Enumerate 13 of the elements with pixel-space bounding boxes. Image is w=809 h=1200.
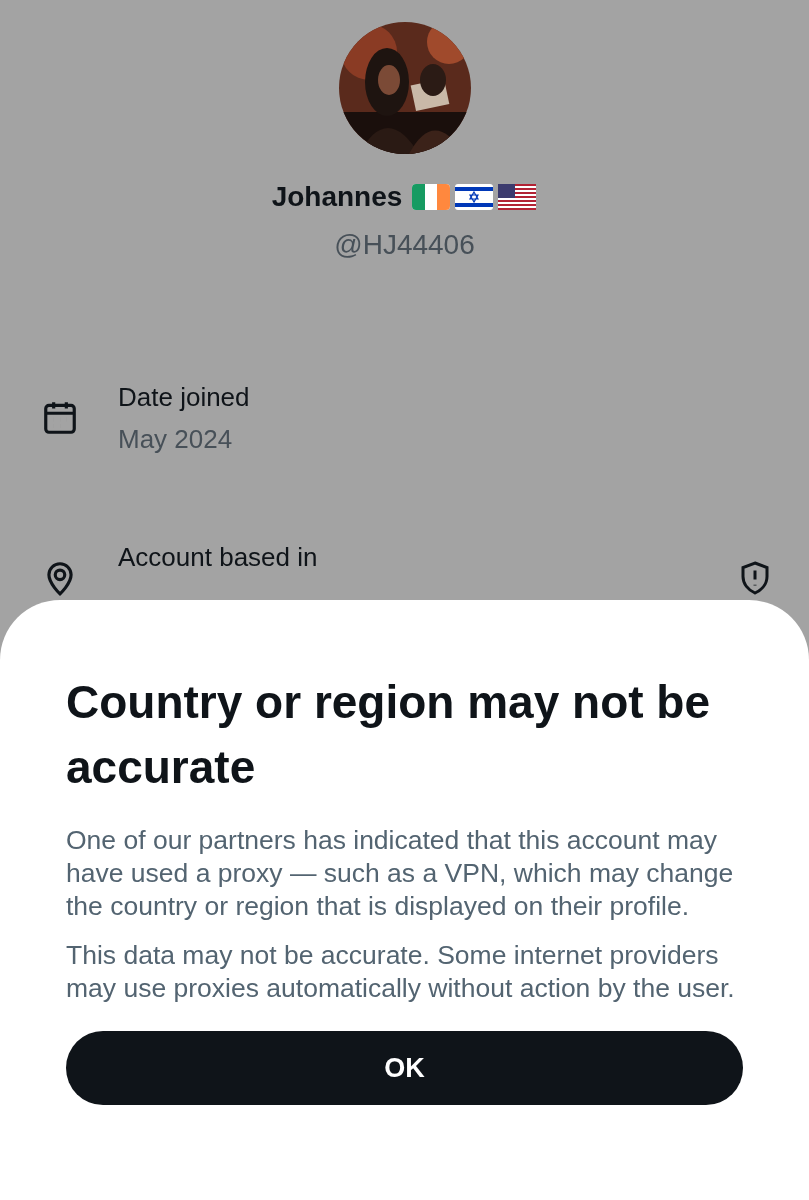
profile-handle: @HJ44406 [334, 228, 475, 262]
ok-button[interactable]: OK [66, 1031, 743, 1105]
detail-value: May 2024 [118, 423, 234, 456]
calendar-icon [41, 399, 79, 437]
detail-label: Account based in [118, 541, 319, 574]
usa-flag-icon [498, 184, 537, 210]
sheet-paragraph: This data may not be accurate. Some internet providers may use proxies automatically without action by the user. [66, 939, 736, 1005]
sheet-title: Country or region may not be accurate [66, 675, 712, 795]
detail-label: Date joined [118, 381, 251, 414]
israel-flag-icon [455, 184, 494, 210]
profile-name: Johannes [271, 180, 403, 214]
sheet-paragraph: One of our partners has indicated that this account may have used a proxy — such as a VPN, which may change the country or region that is displayed on their profile. [66, 824, 735, 923]
ireland-flag-icon [412, 184, 451, 210]
